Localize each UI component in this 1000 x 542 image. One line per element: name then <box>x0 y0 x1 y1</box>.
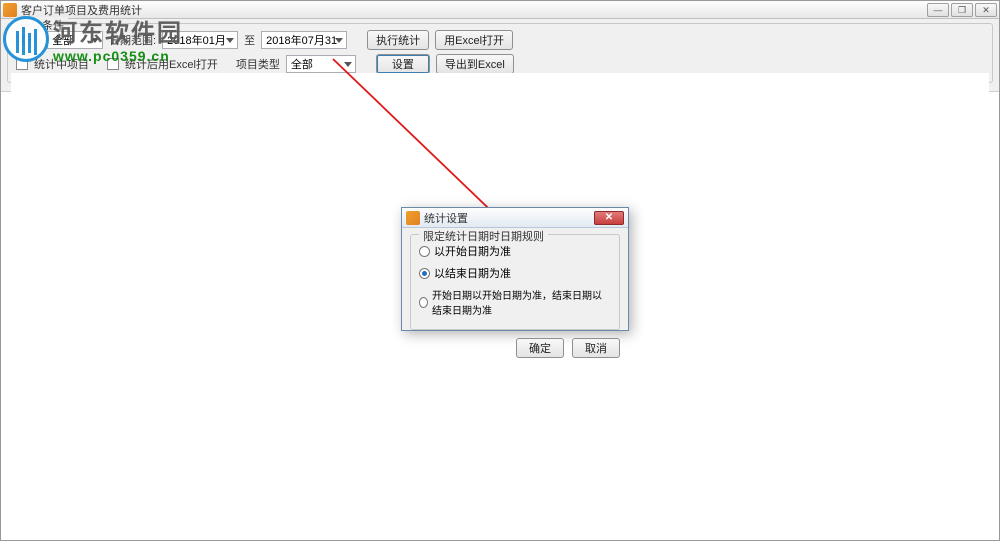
date-to-label: 至 <box>244 32 255 48</box>
app-icon <box>3 3 17 17</box>
project-type-label: 项目类型 <box>236 56 280 72</box>
settings-button[interactable]: 设置 <box>376 54 430 74</box>
export-excel-button[interactable]: 导出到Excel <box>436 54 514 74</box>
maximize-button[interactable]: ❐ <box>951 3 973 17</box>
date-to-value: 2018年07月31 <box>266 32 337 48</box>
dialog-title-text: 统计设置 <box>424 210 594 226</box>
include-subproject-checkbox[interactable] <box>16 58 28 70</box>
open-after-export-checkbox[interactable] <box>107 58 119 70</box>
radio-end-date-label: 以结束日期为准 <box>434 265 511 281</box>
radio-start-date-label: 以开始日期为准 <box>434 243 511 259</box>
run-stats-button[interactable]: 执行统计 <box>367 30 429 50</box>
radio-end-date-input[interactable] <box>419 268 430 279</box>
date-from-value: 2018年01月 <box>167 32 226 48</box>
project-type-value: 全部 <box>291 56 313 72</box>
customer-combo[interactable]: 全部 <box>47 31 103 49</box>
date-rule-group: 限定统计日期时日期规则 以开始日期为准 以结束日期为准 开始日期以开始日期为准，… <box>410 234 620 330</box>
dialog-cancel-button[interactable]: 取消 <box>572 338 620 358</box>
date-from-combo[interactable]: 2018年01月 <box>162 31 238 49</box>
radio-both-dates[interactable]: 开始日期以开始日期为准，结束日期以结束日期为准 <box>419 287 611 317</box>
dialog-close-button[interactable]: ✕ <box>594 211 624 225</box>
radio-start-date[interactable]: 以开始日期为准 <box>419 243 611 259</box>
radio-end-date[interactable]: 以结束日期为准 <box>419 265 611 281</box>
open-excel-button[interactable]: 用Excel打开 <box>435 30 513 50</box>
window-title: 客户订单项目及费用统计 <box>21 2 927 18</box>
dialog-icon <box>406 211 420 225</box>
project-type-combo[interactable]: 全部 <box>286 55 356 73</box>
dialog-titlebar: 统计设置 ✕ <box>402 208 628 228</box>
open-after-export-label: 统计后用Excel打开 <box>125 56 218 72</box>
include-subproject-label: 统计中项目 <box>34 56 89 72</box>
close-button[interactable]: ✕ <box>975 3 997 17</box>
date-rule-group-title: 限定统计日期时日期规则 <box>419 228 548 244</box>
dialog-footer: 确定 取消 <box>402 336 628 364</box>
minimize-button[interactable]: — <box>927 3 949 17</box>
window-titlebar: 客户订单项目及费用统计 — ❐ ✕ <box>1 1 999 19</box>
radio-start-date-input[interactable] <box>419 246 430 257</box>
dialog-ok-button[interactable]: 确定 <box>516 338 564 358</box>
date-to-combo[interactable]: 2018年07月31 <box>261 31 347 49</box>
customer-combo-value: 全部 <box>52 32 74 48</box>
radio-both-dates-label: 开始日期以开始日期为准，结束日期以结束日期为准 <box>432 287 611 317</box>
date-range-label: 日期范围: <box>109 32 156 48</box>
customer-label: 客户: <box>16 32 41 48</box>
radio-both-dates-input[interactable] <box>419 297 428 308</box>
settings-dialog: 统计设置 ✕ 限定统计日期时日期规则 以开始日期为准 以结束日期为准 开始日期以… <box>401 207 629 331</box>
window-controls: — ❐ ✕ <box>927 3 997 17</box>
